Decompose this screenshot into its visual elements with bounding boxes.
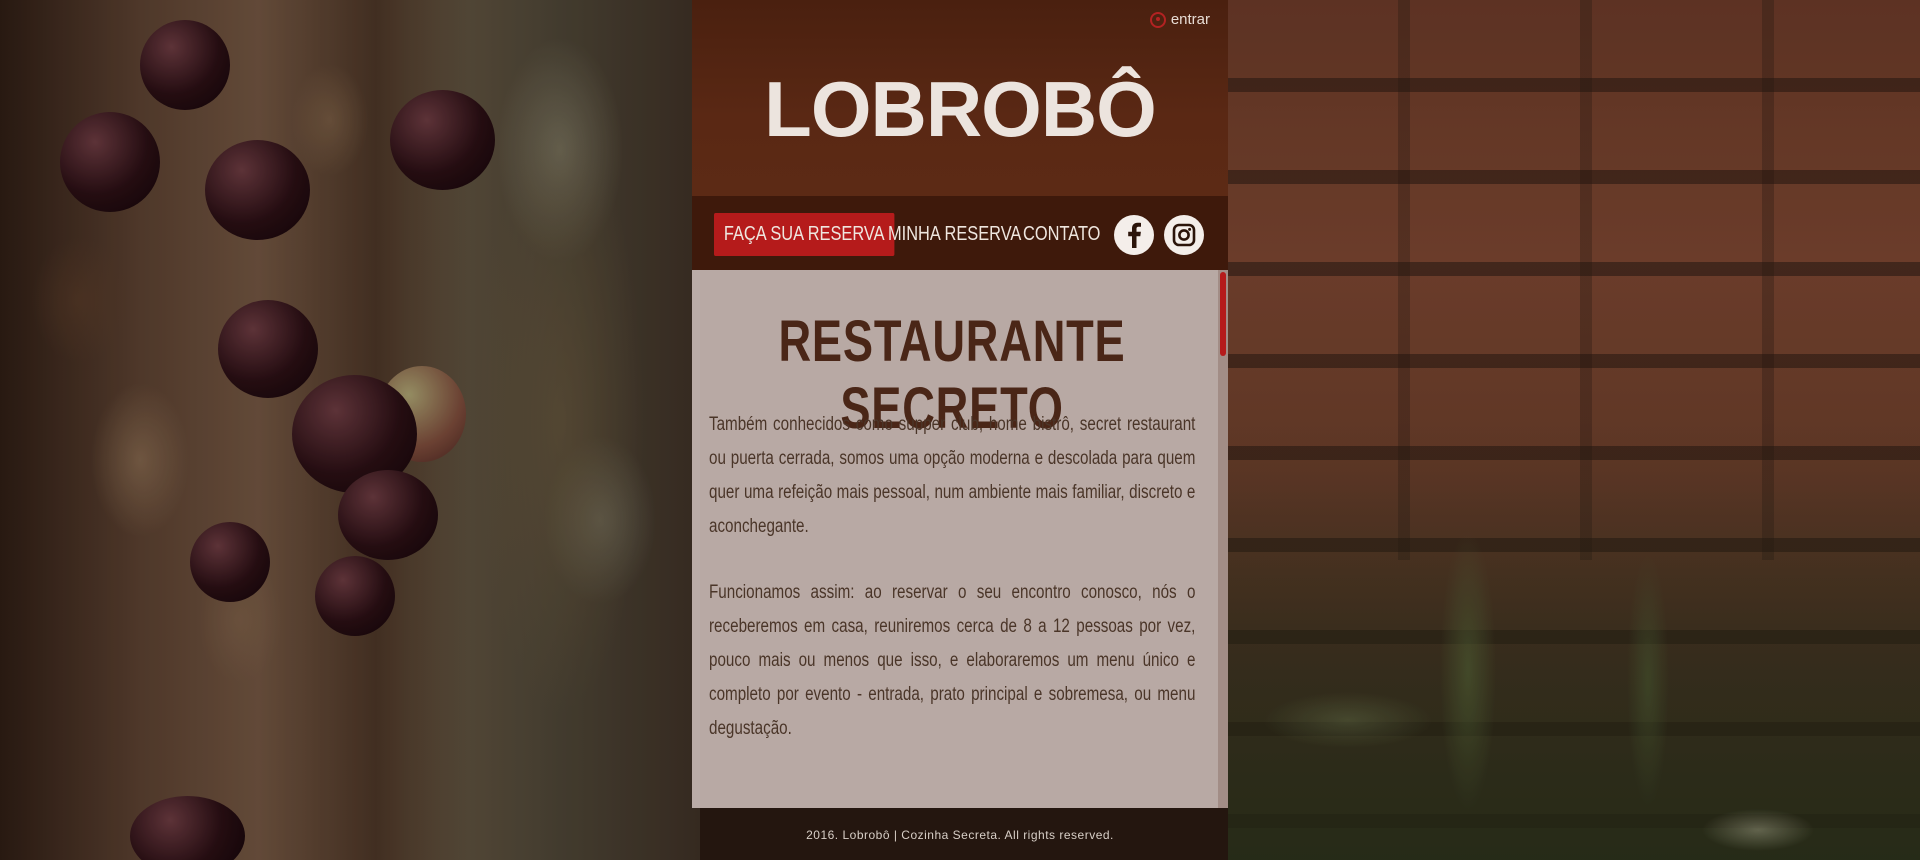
instagram-button[interactable]	[1164, 215, 1204, 255]
footer-copyright: 2016. Lobrobô | Cozinha Secreta. All rig…	[806, 828, 1114, 842]
paragraph-text: Funcionamos assim: ao reservar o seu enc…	[709, 582, 1196, 739]
site-logo[interactable]: LOBROBÔ	[692, 70, 1228, 148]
facebook-icon	[1128, 222, 1141, 248]
instagram-icon	[1172, 223, 1196, 247]
nav-item-contato[interactable]: CONTATO	[1023, 223, 1100, 246]
site-header: entrar LOBROBÔ	[692, 0, 1228, 196]
user-icon	[1149, 11, 1166, 28]
scrollbar-thumb[interactable]	[1220, 272, 1226, 356]
content-scrollbar[interactable]	[1218, 270, 1228, 808]
paragraph-text: Também conhecidos como supper club, home…	[709, 414, 1196, 537]
nav-item-faca-sua-reserva[interactable]: FAÇA SUA RESERVA	[714, 213, 895, 256]
login-label: entrar	[1170, 11, 1210, 28]
facebook-button[interactable]	[1114, 215, 1154, 255]
paragraph: Também conhecidos como supper club, home…	[709, 408, 1196, 544]
nav-item-minha-reserva[interactable]: MINHA RESERVA	[888, 223, 1021, 246]
main-panel: entrar LOBROBÔ FAÇA SUA RESERVA MINHA RE…	[692, 0, 1228, 808]
content-area[interactable]: RESTAURANTE SECRETO Também conhecidos co…	[692, 270, 1228, 808]
login-link[interactable]: entrar	[1149, 11, 1210, 28]
paragraph: Funcionamos assim: ao reservar o seu enc…	[709, 576, 1196, 746]
main-nav: FAÇA SUA RESERVA MINHA RESERVA CONTATO	[692, 196, 1228, 270]
